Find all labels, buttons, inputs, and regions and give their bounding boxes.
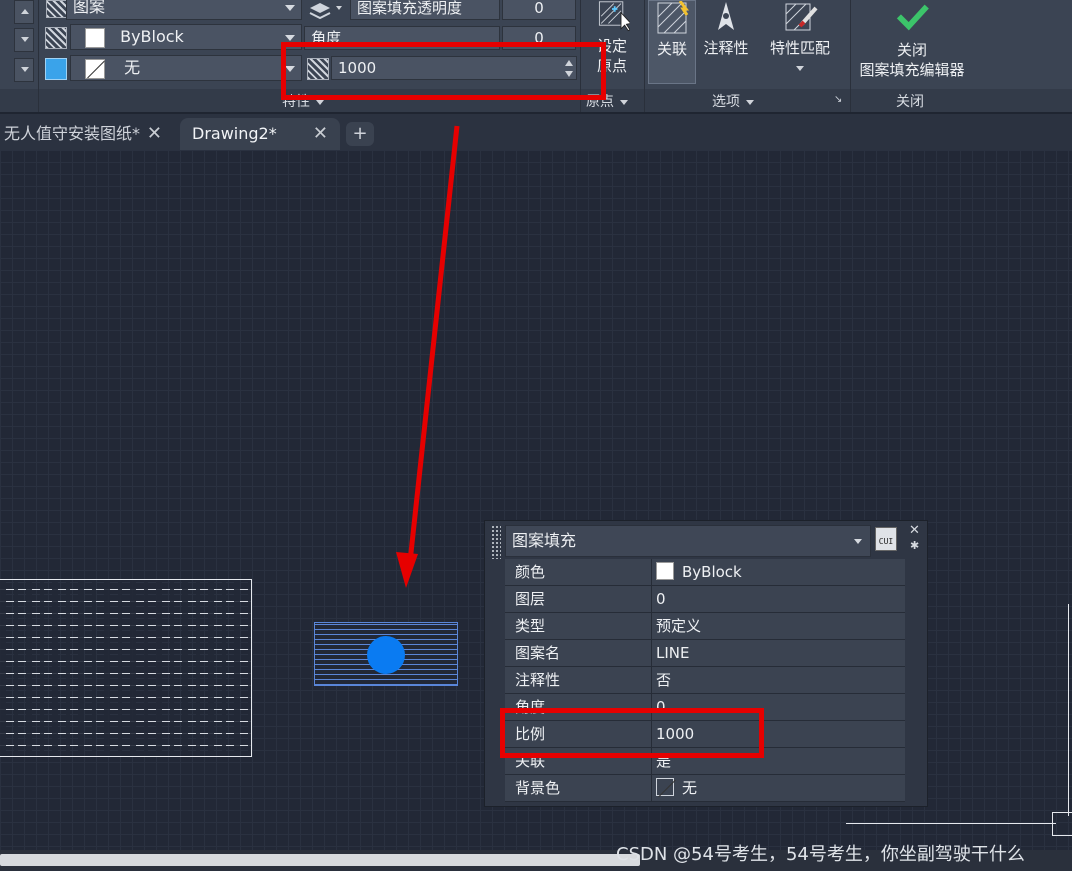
autocad-window: 图案 ByBlock 无 图案填充透明度 0 角度 0 1000 特性 设定 原…	[0, 0, 1072, 871]
annotation-arrow-icon	[396, 125, 460, 588]
